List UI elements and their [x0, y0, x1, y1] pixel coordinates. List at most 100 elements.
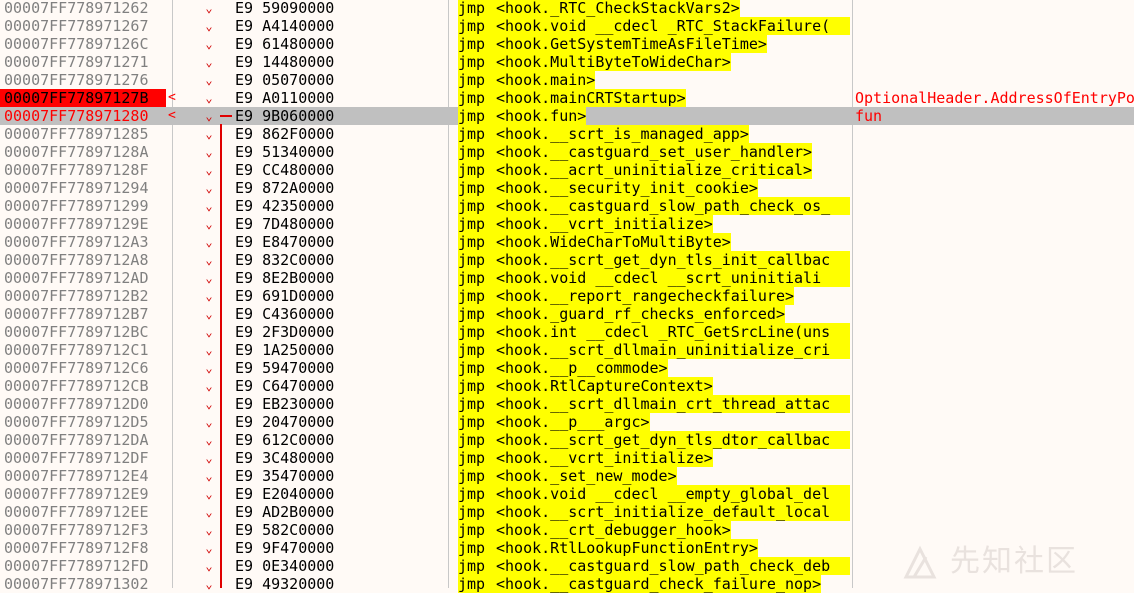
collapse-chevron-icon[interactable]: ⌄ [203, 377, 215, 395]
operand-cell[interactable]: <hook.void __cdecl __empty_global_del [496, 485, 850, 503]
collapse-chevron-icon[interactable]: ⌄ [203, 89, 215, 107]
address-cell[interactable]: 00007FF778971271 [4, 53, 170, 71]
collapse-chevron-icon[interactable]: ⌄ [203, 305, 215, 323]
address-cell[interactable]: 00007FF77897128F [4, 161, 170, 179]
address-cell[interactable]: 00007FF7789712F3 [4, 521, 170, 539]
address-cell[interactable]: 00007FF7789712B7 [4, 305, 170, 323]
operand-cell[interactable]: <hook._set_new_mode> [496, 467, 677, 485]
operand-cell[interactable]: <hook.__castguard_check_failure_nop> [496, 575, 822, 593]
instruction-row[interactable]: 00007FF77897127B < ⌄ E9 A0110000 jmp <hook.ma… [0, 89, 1134, 107]
operand-cell[interactable]: <hook.__vcrt_initialize> [496, 215, 713, 233]
address-cell[interactable]: 00007FF7789712AD [4, 269, 170, 287]
address-cell[interactable]: 00007FF778971285 [4, 125, 170, 143]
instruction-row[interactable]: 00007FF7789712E4 ⌄ E9 35470000 jmp <hook._se… [0, 467, 1134, 485]
operand-cell[interactable]: <hook.__castguard_slow_path_check_deb [496, 557, 850, 575]
instruction-row[interactable]: 00007FF778971262 ⌄ E9 59090000 jmp <hook._RT… [0, 0, 1134, 17]
operand-cell[interactable]: <hook.__castguard_slow_path_check_os_ [496, 197, 850, 215]
instruction-row[interactable]: 00007FF778971285 ⌄ E9 862F0000 jmp <hook.__s… [0, 125, 1134, 143]
address-cell[interactable]: 00007FF7789712FD [4, 557, 170, 575]
operand-cell[interactable]: <hook._RTC_CheckStackVars2> [496, 0, 740, 17]
address-cell[interactable]: 00007FF7789712D5 [4, 413, 170, 431]
address-cell[interactable]: 00007FF778971302 [4, 575, 170, 593]
instruction-row[interactable]: 00007FF778971271 ⌄ E9 14480000 jmp <hook.Mul… [0, 53, 1134, 71]
collapse-chevron-icon[interactable]: ⌄ [203, 143, 215, 161]
instruction-row[interactable]: 00007FF7789712A3 ⌄ E9 E8470000 jmp <hook.Wid… [0, 233, 1134, 251]
operand-cell[interactable]: <hook.__scrt_dllmain_crt_thread_attac [496, 395, 850, 413]
instruction-row[interactable]: 00007FF7789712B2 ⌄ E9 691D0000 jmp <hook.__r… [0, 287, 1134, 305]
address-cell[interactable]: 00007FF7789712DA [4, 431, 170, 449]
address-cell[interactable]: 00007FF77897127B [0, 89, 166, 107]
instruction-row[interactable]: 00007FF7789712D5 ⌄ E9 20470000 jmp <hook.__p… [0, 413, 1134, 431]
address-cell[interactable]: 00007FF77897126C [4, 35, 170, 53]
operand-cell[interactable]: <hook.GetSystemTimeAsFileTime> [496, 35, 767, 53]
instruction-row[interactable]: 00007FF778971280 < ⌄ E9 9B060000 jmp <hook.fu… [0, 107, 1134, 125]
operand-cell[interactable]: <hook.WideCharToMultiByte> [496, 233, 731, 251]
address-cell[interactable]: 00007FF778971267 [4, 17, 170, 35]
operand-cell[interactable]: <hook.__castguard_set_user_handler> [496, 143, 813, 161]
operand-cell[interactable]: <hook.RtlCaptureContext> [496, 377, 713, 395]
instruction-row[interactable]: 00007FF77897128A ⌄ E9 51340000 jmp <hook.__c… [0, 143, 1134, 161]
collapse-chevron-icon[interactable]: ⌄ [203, 35, 215, 53]
collapse-chevron-icon[interactable]: ⌄ [203, 539, 215, 557]
collapse-chevron-icon[interactable]: ⌄ [203, 71, 215, 89]
address-cell[interactable]: 00007FF77897128A [4, 143, 170, 161]
operand-cell[interactable]: <hook.RtlLookupFunctionEntry> [496, 539, 758, 557]
operand-cell[interactable]: <hook.__scrt_is_managed_app> [496, 125, 749, 143]
instruction-row[interactable]: 00007FF7789712D0 ⌄ E9 EB230000 jmp <hook.__s… [0, 395, 1134, 413]
address-cell[interactable]: 00007FF7789712B2 [4, 287, 170, 305]
address-cell[interactable]: 00007FF778971276 [4, 71, 170, 89]
address-cell[interactable]: 00007FF7789712EE [4, 503, 170, 521]
instruction-row[interactable]: 00007FF7789712A8 ⌄ E9 832C0000 jmp <hook.__s… [0, 251, 1134, 269]
operand-cell[interactable]: <hook.fun> [496, 107, 587, 125]
collapse-chevron-icon[interactable]: ⌄ [203, 0, 215, 17]
operand-cell[interactable]: <hook.int __cdecl _RTC_GetSrcLine(uns [496, 323, 850, 341]
instruction-row[interactable]: 00007FF778971299 ⌄ E9 42350000 jmp <hook.__c… [0, 197, 1134, 215]
operand-cell[interactable]: <hook.__scrt_dllmain_uninitialize_cri [496, 341, 850, 359]
collapse-chevron-icon[interactable]: ⌄ [203, 215, 215, 233]
collapse-chevron-icon[interactable]: ⌄ [203, 395, 215, 413]
collapse-chevron-icon[interactable]: ⌄ [203, 485, 215, 503]
operand-cell[interactable]: <hook.main> [496, 71, 596, 89]
address-cell[interactable]: 00007FF7789712CB [4, 377, 170, 395]
collapse-chevron-icon[interactable]: ⌄ [203, 521, 215, 539]
address-cell[interactable]: 00007FF778971280 [4, 107, 170, 125]
collapse-chevron-icon[interactable]: ⌄ [203, 557, 215, 575]
collapse-chevron-icon[interactable]: ⌄ [203, 413, 215, 431]
collapse-chevron-icon[interactable]: ⌄ [203, 449, 215, 467]
address-cell[interactable]: 00007FF7789712DF [4, 449, 170, 467]
disassembly-view[interactable]: 00007FF778971262 ⌄ E9 59090000 jmp <hook._RT… [0, 0, 1134, 593]
instruction-row[interactable]: 00007FF7789712C1 ⌄ E9 1A250000 jmp <hook.__s… [0, 341, 1134, 359]
operand-cell[interactable]: <hook.__p___argc> [496, 413, 650, 431]
address-cell[interactable]: 00007FF7789712D0 [4, 395, 170, 413]
collapse-chevron-icon[interactable]: ⌄ [203, 53, 215, 71]
operand-cell[interactable]: <hook._guard_rf_checks_enforced> [496, 305, 785, 323]
collapse-chevron-icon[interactable]: ⌄ [203, 575, 215, 593]
instruction-row[interactable]: 00007FF7789712DF ⌄ E9 3C480000 jmp <hook.__v… [0, 449, 1134, 467]
operand-cell[interactable]: <hook.__p__commode> [496, 359, 668, 377]
operand-cell[interactable]: <hook.__scrt_get_dyn_tls_init_callbac [496, 251, 850, 269]
operand-cell[interactable]: <hook.__security_init_cookie> [496, 179, 758, 197]
instruction-row[interactable]: 00007FF778971267 ⌄ E9 A4140000 jmp <hook.voi… [0, 17, 1134, 35]
operand-cell[interactable]: <hook.__scrt_get_dyn_tls_dtor_callbac [496, 431, 850, 449]
address-cell[interactable]: 00007FF7789712A3 [4, 233, 170, 251]
instruction-row[interactable]: 00007FF7789712BC ⌄ E9 2F3D0000 jmp <hook.int… [0, 323, 1134, 341]
address-cell[interactable]: 00007FF7789712E9 [4, 485, 170, 503]
instruction-row[interactable]: 00007FF77897126C ⌄ E9 61480000 jmp <hook.Get… [0, 35, 1134, 53]
instruction-row[interactable]: 00007FF7789712C6 ⌄ E9 59470000 jmp <hook.__p… [0, 359, 1134, 377]
address-cell[interactable]: 00007FF778971262 [4, 0, 170, 17]
instruction-row[interactable]: 00007FF7789712B7 ⌄ E9 C4360000 jmp <hook._gu… [0, 305, 1134, 323]
address-cell[interactable]: 00007FF7789712A8 [4, 251, 170, 269]
operand-cell[interactable]: <hook.void __cdecl __scrt_uninitiali [496, 269, 850, 287]
collapse-chevron-icon[interactable]: ⌄ [203, 323, 215, 341]
collapse-chevron-icon[interactable]: ⌄ [203, 251, 215, 269]
instruction-row[interactable]: 00007FF7789712E9 ⌄ E9 E2040000 jmp <hook.voi… [0, 485, 1134, 503]
collapse-chevron-icon[interactable]: ⌄ [203, 341, 215, 359]
instruction-row[interactable]: 00007FF7789712DA ⌄ E9 612C0000 jmp <hook.__s… [0, 431, 1134, 449]
collapse-chevron-icon[interactable]: ⌄ [203, 125, 215, 143]
instruction-row[interactable]: 00007FF778971276 ⌄ E9 05070000 jmp <hook.mai… [0, 71, 1134, 89]
collapse-chevron-icon[interactable]: ⌄ [203, 107, 215, 125]
collapse-chevron-icon[interactable]: ⌄ [203, 359, 215, 377]
instruction-row[interactable]: 00007FF778971294 ⌄ E9 872A0000 jmp <hook.__s… [0, 179, 1134, 197]
collapse-chevron-icon[interactable]: ⌄ [203, 287, 215, 305]
operand-cell[interactable]: <hook.__scrt_initialize_default_local [496, 503, 850, 521]
